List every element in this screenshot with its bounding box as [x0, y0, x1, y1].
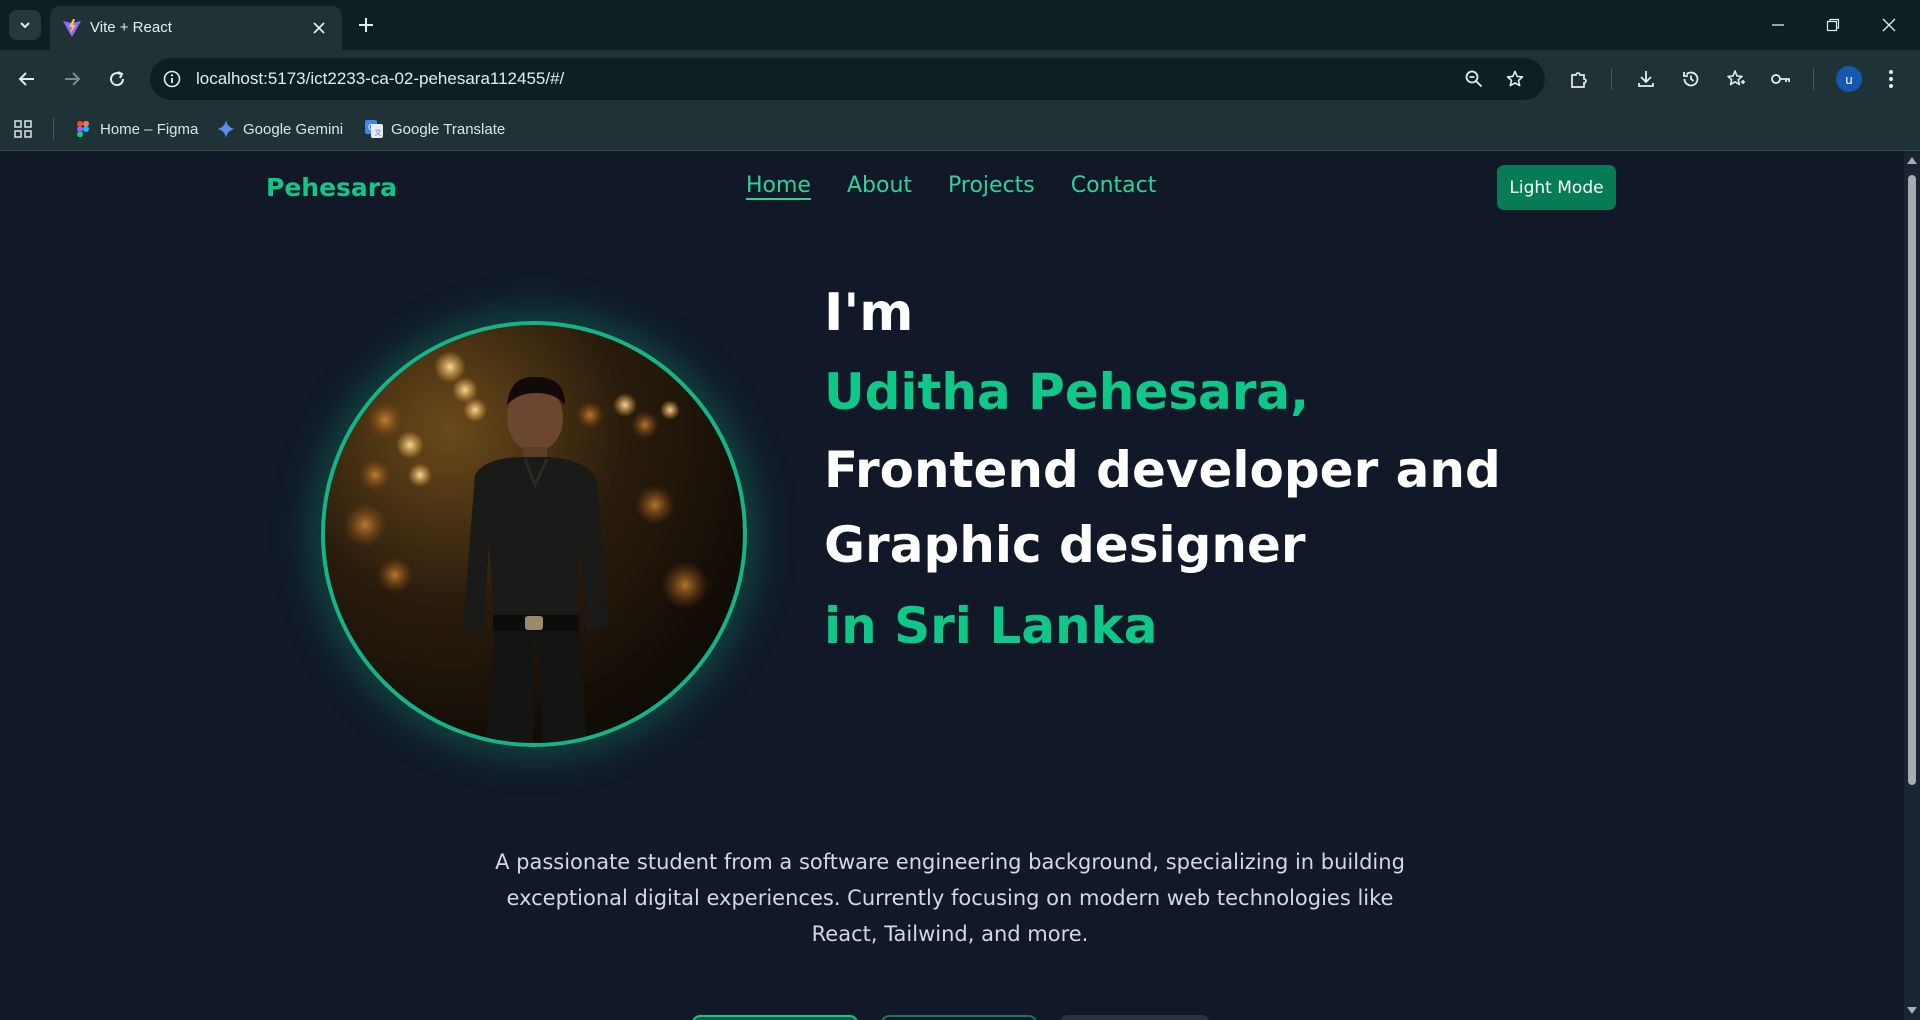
apps-button[interactable]: [13, 117, 33, 141]
restore-button[interactable]: [1820, 12, 1846, 38]
bookmark-figma[interactable]: Home – Figma: [74, 117, 198, 141]
bookmark-translate[interactable]: G文 Google Translate: [365, 117, 505, 141]
hero-role-line1: Frontend developer and: [824, 441, 1501, 499]
tab-search-button[interactable]: [9, 10, 41, 40]
close-icon: [313, 22, 325, 34]
nav-projects[interactable]: Projects: [948, 173, 1035, 198]
hero-description-line: A passionate student from a software eng…: [495, 850, 1405, 874]
main-nav: Home About Projects Contact: [746, 173, 1156, 198]
restore-icon: [1826, 18, 1840, 32]
back-button[interactable]: [12, 64, 42, 94]
address-bar[interactable]: localhost:5173/ict2233-ca-02-pehesara112…: [150, 58, 1545, 100]
favorites-button[interactable]: [1723, 66, 1749, 92]
portrait-image: [343, 351, 709, 743]
star-icon: [1506, 70, 1524, 87]
history-icon: [1683, 71, 1699, 87]
bookmark-gemini[interactable]: Google Gemini: [217, 117, 343, 141]
zoom-button[interactable]: [1462, 67, 1486, 91]
theme-toggle-button[interactable]: Light Mode: [1497, 165, 1616, 210]
hero-description-line: exceptional digital experiences. Current…: [506, 886, 1394, 910]
zoom-out-icon: [1465, 70, 1483, 88]
arrow-right-icon: [65, 72, 81, 86]
url-text[interactable]: localhost:5173/ict2233-ca-02-pehesara112…: [196, 69, 564, 89]
browser-tab-bar: Vite + React: [0, 0, 1920, 50]
svg-text:文: 文: [375, 128, 382, 137]
info-icon: [163, 70, 181, 88]
nav-about[interactable]: About: [847, 173, 912, 198]
puzzle-icon: [1571, 72, 1587, 88]
extensions-button[interactable]: [1566, 66, 1592, 92]
browser-tab[interactable]: Vite + React: [50, 6, 342, 50]
vite-icon: [63, 19, 81, 37]
more-vertical-icon: [1889, 70, 1893, 88]
download-icon: [1638, 71, 1654, 87]
nav-home[interactable]: Home: [746, 173, 811, 198]
hero-location: in Sri Lanka: [824, 597, 1158, 655]
bookmarks-bar: Home – Figma Google Gemini G文 Google Tra…: [0, 108, 1920, 151]
profile-avatar[interactable]: u: [1836, 66, 1862, 92]
hero-intro: I'm: [824, 283, 914, 343]
passwords-button[interactable]: [1768, 66, 1794, 92]
scroll-down-arrow[interactable]: [1907, 1007, 1917, 1014]
translate-icon: G文: [365, 120, 383, 138]
nav-contact[interactable]: Contact: [1071, 173, 1157, 198]
favorites-star-icon: [1727, 70, 1745, 86]
arrow-left-icon: [18, 72, 34, 86]
downloads-button[interactable]: [1633, 66, 1659, 92]
bookmarks-divider: [53, 118, 54, 140]
browser-menu-button[interactable]: [1878, 66, 1904, 92]
close-window-button[interactable]: [1876, 12, 1902, 38]
profile-photo: [321, 321, 747, 747]
site-info-button[interactable]: [160, 67, 184, 91]
history-button[interactable]: [1678, 66, 1704, 92]
site-brand[interactable]: Pehesara: [266, 173, 397, 202]
plus-icon: [359, 18, 373, 32]
reload-icon: [110, 71, 125, 87]
cta-button-tertiary[interactable]: [1060, 1015, 1210, 1020]
forward-button[interactable]: [57, 64, 87, 94]
toolbar-divider: [1611, 68, 1612, 90]
bookmark-label: Google Translate: [391, 120, 506, 138]
hero-description-line: React, Tailwind, and more.: [811, 922, 1089, 946]
minimize-icon: [1772, 24, 1784, 26]
page-viewport: Pehesara Home About Projects Contact Lig…: [0, 151, 1904, 1020]
bookmark-label: Home – Figma: [100, 120, 199, 138]
cta-button-primary[interactable]: [692, 1015, 858, 1020]
browser-toolbar: localhost:5173/ict2233-ca-02-pehesara112…: [0, 50, 1920, 108]
close-tab-button[interactable]: [308, 17, 330, 39]
cta-button-secondary[interactable]: [881, 1015, 1037, 1020]
key-icon: [1771, 74, 1790, 84]
apps-grid-icon: [14, 120, 32, 138]
close-icon: [1882, 18, 1896, 32]
figma-icon: [74, 120, 92, 138]
bookmark-star-button[interactable]: [1503, 67, 1527, 91]
hero-role-line2: Graphic designer: [824, 516, 1306, 574]
page-scrollbar[interactable]: [1904, 151, 1920, 1020]
hero-description: A passionate student from a software eng…: [495, 844, 1405, 952]
tab-title: Vite + React: [90, 19, 172, 36]
reload-button[interactable]: [102, 64, 132, 94]
bookmark-label: Google Gemini: [243, 120, 344, 138]
minimize-button[interactable]: [1765, 12, 1791, 38]
chevron-down-icon: [20, 22, 30, 29]
svg-text:G: G: [368, 123, 374, 132]
toolbar-divider: [1813, 68, 1814, 90]
scrollbar-thumb[interactable]: [1908, 175, 1916, 785]
gemini-icon: [217, 120, 235, 138]
new-tab-button[interactable]: [354, 13, 378, 37]
hero-name: Uditha Pehesara,: [824, 363, 1310, 421]
scroll-up-arrow[interactable]: [1907, 157, 1917, 164]
